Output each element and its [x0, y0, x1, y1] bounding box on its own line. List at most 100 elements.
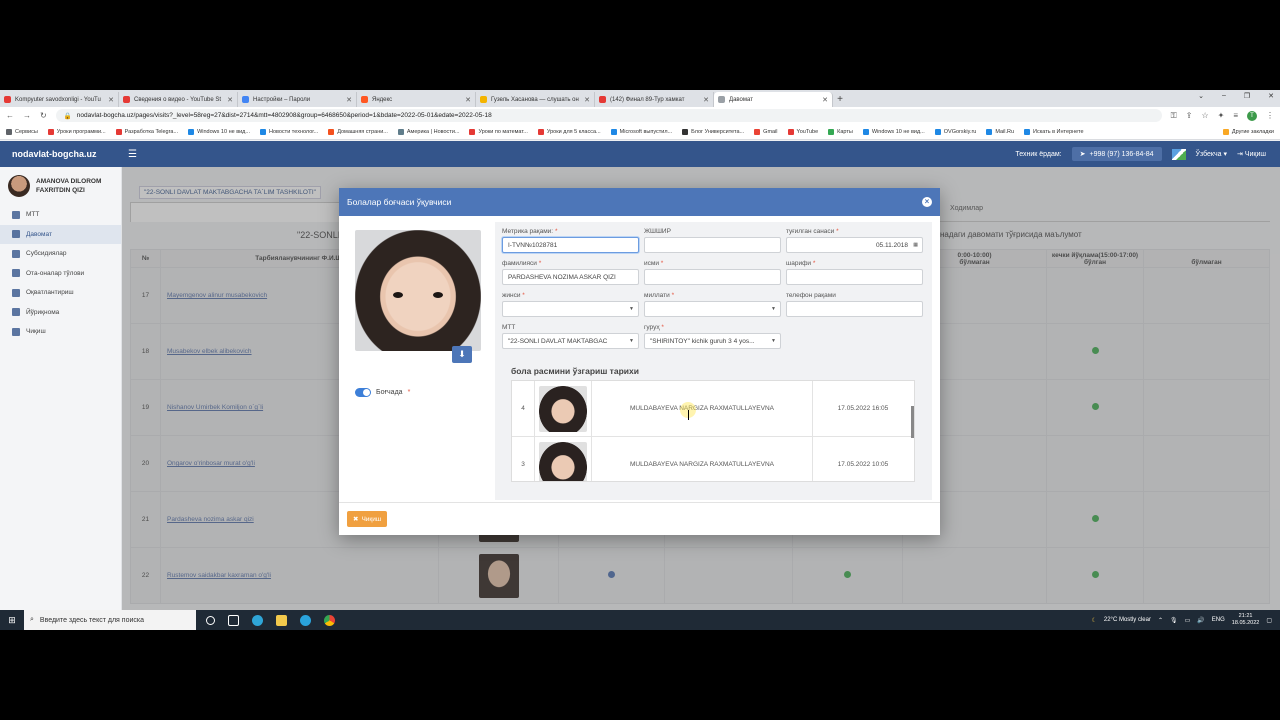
name-input[interactable]	[644, 269, 781, 285]
browser-tab[interactable]: (142) Финал 89-Тур хамкат ✕	[595, 92, 714, 107]
windows-start-icon[interactable]: ⊞	[0, 615, 24, 626]
history-date: 17.05.2022 10:05	[837, 461, 889, 468]
hamburger-icon[interactable]: ☰	[128, 149, 137, 160]
tab-close-icon[interactable]: ✕	[822, 96, 828, 104]
bookmark-item[interactable]: Другие закладки	[1222, 128, 1274, 135]
bookmark-item[interactable]: Уроки программи...	[47, 128, 106, 135]
brand-logo[interactable]: nodavlat-bogcha.uz	[0, 149, 122, 159]
nation-select[interactable]: ▼	[644, 301, 781, 317]
bookmark-item[interactable]: Разработка Telegra...	[115, 128, 178, 135]
share-icon[interactable]: ⇪	[1186, 111, 1193, 120]
tab-close-icon[interactable]: ✕	[703, 96, 709, 104]
weather-text[interactable]: 22°C Mostly clear	[1104, 617, 1151, 623]
group-select[interactable]: "SHIRINTOY" kichik guruh 3 4 yos... ▼	[644, 333, 781, 349]
sidebar-item[interactable]: Оқватлантириш	[0, 283, 121, 303]
metrika-input[interactable]: I-TVN№1028781	[502, 237, 639, 253]
jshshir-input[interactable]	[644, 237, 781, 253]
bookmark-item[interactable]: Новости технолог...	[259, 128, 318, 135]
bookmark-item[interactable]: Windows 10 не вид...	[862, 128, 925, 135]
bookmark-item[interactable]: Microsoft выпустил...	[610, 128, 672, 135]
gender-select[interactable]: ▼	[502, 301, 639, 317]
tab-close-icon[interactable]: ✕	[346, 96, 352, 104]
phone-input[interactable]	[786, 301, 923, 317]
sidebar-item[interactable]: Субсидиялар	[0, 244, 121, 264]
bookmark-item[interactable]: OVGorskiy.ru	[934, 128, 976, 135]
close-window-icon[interactable]: ✕	[1268, 92, 1274, 100]
download-photo-button[interactable]: ⬇	[452, 346, 472, 363]
chrome-icon[interactable]	[324, 614, 335, 626]
url-input[interactable]: 🔒 nodavlat-bogcha.uz/pages/visits?_level…	[55, 109, 1162, 122]
mic-icon[interactable]: 🎙	[1170, 617, 1178, 624]
bookmark-item[interactable]: Блог Университета...	[682, 128, 744, 135]
tab-close-icon[interactable]: ✕	[108, 96, 114, 104]
tab-title: Kompyuter savodxonligi - YouTu	[15, 96, 101, 103]
browser-tab[interactable]: Гузель Хасанова — слушать он ✕	[476, 92, 595, 107]
bookmark-item[interactable]: Уроки для 5 класса...	[537, 128, 601, 135]
clock[interactable]: 21:21 18.05.2022	[1232, 613, 1260, 627]
taskbar-search[interactable]: ⌕ Введите здесь текст для поиска	[24, 610, 196, 630]
tab-close-icon[interactable]: ✕	[584, 96, 590, 104]
browser-tab[interactable]: Давомат ✕	[714, 92, 833, 107]
bookmark-item[interactable]: Домашняя страни...	[328, 128, 388, 135]
browser-tab[interactable]: Сведения о видео - YouTube St ✕	[119, 92, 238, 107]
bookmark-item[interactable]: Уроки по математ...	[469, 128, 528, 135]
patronymic-input[interactable]	[786, 269, 923, 285]
sidebar-item[interactable]: Ота-оналар тўлови	[0, 264, 121, 284]
weather-icon[interactable]: ☾	[1091, 617, 1096, 624]
new-tab-button[interactable]: +	[833, 92, 847, 107]
chevron-down-icon[interactable]: ⌄	[1198, 92, 1204, 100]
browser-tab[interactable]: Kompyuter savodxonligi - YouTu ✕	[0, 92, 119, 107]
minimize-icon[interactable]: –	[1222, 92, 1226, 100]
calendar-icon[interactable]: ▦	[913, 242, 918, 248]
extensions-icon[interactable]: ✦	[1218, 111, 1225, 120]
cortana-icon[interactable]	[206, 615, 215, 625]
kebab-menu-icon[interactable]: ⋮	[1266, 111, 1274, 120]
close-button[interactable]: ✖ Чиқиш	[347, 511, 388, 527]
bookmark-favicon-icon	[986, 128, 993, 135]
bookmark-item[interactable]: YouTube	[787, 128, 818, 135]
bookmark-item[interactable]: Сервисы	[6, 128, 38, 135]
bookmark-item[interactable]: Windows 10 не вид...	[188, 128, 250, 135]
toggle-switch[interactable]	[355, 388, 371, 397]
tray-chevron-icon[interactable]: ⌃	[1158, 617, 1163, 624]
birthdate-input[interactable]: 05.11.2018 ▦	[786, 237, 923, 253]
sidebar-item[interactable]: Йўриқнома	[0, 303, 121, 323]
support-phone-button[interactable]: ➤ +998 (97) 136-84-84	[1071, 147, 1162, 161]
in-kindergarten-toggle[interactable]: Боғчада *	[355, 388, 410, 397]
bookmark-item[interactable]: Mail.Ru	[986, 128, 1014, 135]
task-view-icon[interactable]	[228, 614, 239, 626]
profile-avatar[interactable]: T	[1247, 110, 1257, 121]
browser-tab[interactable]: Яндекс ✕	[357, 92, 476, 107]
language-dropdown[interactable]: Ўзбекча ▾	[1196, 150, 1227, 158]
mtt-select[interactable]: "22-SONLI DAVLAT MAKTABGAC ▼	[502, 333, 639, 349]
scrollbar[interactable]	[911, 406, 914, 438]
bookmark-item[interactable]: Искать в Интернете	[1024, 128, 1084, 135]
sidebar-item[interactable]: Давомат	[0, 224, 121, 244]
maximize-icon[interactable]: ❐	[1244, 92, 1250, 100]
birthdate-value: 05.11.2018	[875, 241, 908, 249]
reload-icon[interactable]: ↻	[40, 111, 47, 120]
close-icon[interactable]: ×	[922, 197, 932, 207]
volume-icon[interactable]: 🔊	[1197, 617, 1204, 624]
bookmark-item[interactable]: Америка | Новости...	[397, 128, 459, 135]
tab-close-icon[interactable]: ✕	[465, 96, 471, 104]
edge-icon[interactable]	[252, 614, 263, 626]
reading-list-icon[interactable]: ≡	[1233, 111, 1238, 120]
bookmark-item[interactable]: Gmail	[754, 128, 778, 135]
network-icon[interactable]: ▭	[1185, 617, 1191, 624]
sidebar-item[interactable]: МТТ	[0, 205, 121, 225]
browser-tab[interactable]: Настройки – Пароли ✕	[238, 92, 357, 107]
surname-input[interactable]: PARDASHEVA NOZIMA ASKAR QIZI	[502, 269, 639, 285]
telegram-app-icon[interactable]	[300, 614, 311, 626]
key-icon[interactable]: ⚿	[1171, 111, 1177, 121]
sidebar-item[interactable]: Чиқиш	[0, 322, 121, 342]
back-icon[interactable]: ←	[6, 111, 14, 120]
bookmark-item[interactable]: Карты	[828, 128, 853, 135]
language-indicator[interactable]: ENG	[1212, 617, 1225, 623]
tab-close-icon[interactable]: ✕	[227, 96, 233, 104]
notifications-icon[interactable]: ▢	[1266, 617, 1272, 624]
explorer-icon[interactable]	[276, 614, 287, 626]
star-icon[interactable]: ☆	[1201, 111, 1208, 120]
forward-icon[interactable]: →	[23, 111, 31, 120]
logout-link[interactable]: ⇥ Чиқиш	[1237, 150, 1266, 158]
